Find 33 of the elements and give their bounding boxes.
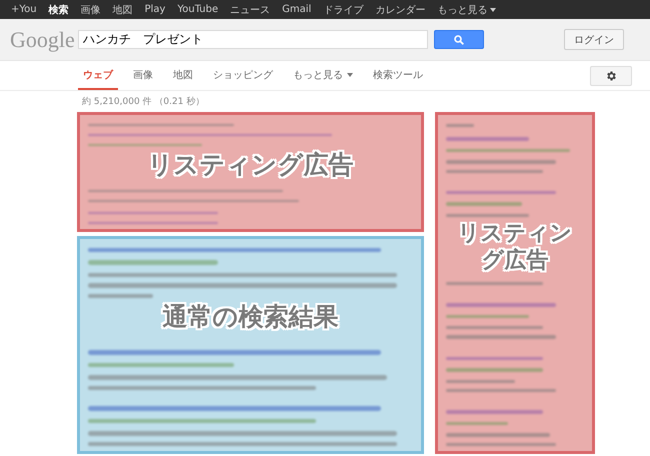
login-button[interactable]: ログイン bbox=[564, 29, 624, 50]
annotation-label: リスティング広告 bbox=[148, 150, 354, 180]
top-bar-link[interactable]: ニュース bbox=[225, 2, 278, 16]
top-bar-link[interactable]: YouTube bbox=[172, 4, 226, 15]
blurred-text-line bbox=[88, 294, 153, 298]
annotation-label: リスティング広告 bbox=[456, 221, 574, 274]
caret-icon bbox=[490, 8, 496, 12]
top-bar-link[interactable]: ドライブ bbox=[318, 2, 370, 16]
search-tab[interactable]: ウェブ bbox=[78, 61, 118, 90]
search-tab[interactable]: 画像 bbox=[128, 61, 158, 90]
search-button[interactable] bbox=[434, 30, 484, 49]
top-bar-link[interactable]: 画像 bbox=[76, 2, 108, 16]
caret-icon bbox=[347, 72, 353, 76]
top-bar-link[interactable]: もっと見る bbox=[432, 2, 504, 16]
top-bar-link[interactable]: Gmail bbox=[277, 4, 318, 15]
search-tab[interactable]: 地図 bbox=[168, 61, 198, 90]
result-stats: 約 5,210,000 件 （0.21 秒） bbox=[82, 96, 206, 108]
search-tab[interactable]: ショッピング bbox=[208, 61, 278, 90]
top-bar-link[interactable]: 地図 bbox=[108, 2, 140, 16]
settings-button[interactable] bbox=[590, 66, 632, 86]
settings-icon bbox=[605, 70, 617, 82]
search-field[interactable]: ハンカチ プレゼント bbox=[78, 30, 428, 49]
annotation-label: 通常の検索結果 bbox=[162, 302, 338, 332]
top-bar-link[interactable]: +You bbox=[6, 4, 44, 15]
top-bar-link[interactable]: カレンダー bbox=[370, 2, 432, 16]
top-bar-link[interactable]: Play bbox=[140, 4, 172, 15]
top-bar-link[interactable]: 検索 bbox=[44, 2, 76, 16]
search-icon bbox=[454, 34, 464, 44]
blurred-text-line bbox=[446, 422, 508, 426]
search-tab[interactable]: 検索ツール bbox=[368, 61, 428, 90]
blurred-text-line bbox=[446, 124, 474, 128]
blurred-text-line bbox=[446, 380, 515, 384]
search-tab[interactable]: もっと見る bbox=[288, 61, 358, 90]
